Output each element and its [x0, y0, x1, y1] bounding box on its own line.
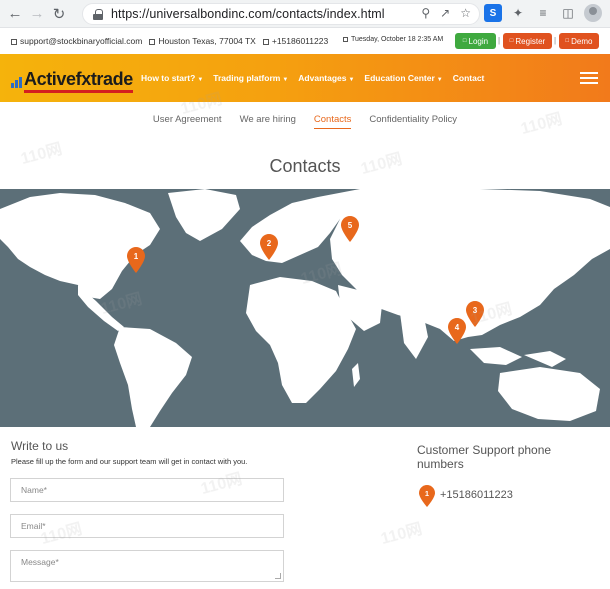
share-icon[interactable]: ↗ — [440, 6, 450, 20]
pin-label: 4 — [455, 323, 460, 332]
divider: | — [498, 36, 501, 45]
pin-label: 3 — [473, 306, 478, 315]
puzzle-extensions-icon[interactable]: ✦ — [509, 4, 527, 22]
subnav-we-are-hiring[interactable]: We are hiring — [240, 114, 296, 132]
top-phone: +15186011223 — [262, 36, 328, 46]
side-panel-icon[interactable]: ◫ — [559, 4, 577, 22]
divider: | — [554, 36, 557, 45]
pin-label: 1 — [425, 489, 429, 498]
page-title: Contacts — [269, 156, 341, 176]
reading-list-icon[interactable]: ≡ — [534, 4, 552, 22]
name-field[interactable]: Name* — [10, 478, 284, 502]
browser-toolbar: ← → ↻ https://universalbondinc.com/conta… — [0, 0, 610, 28]
form-subtitle: Please fill up the form and our support … — [11, 457, 248, 466]
zoom-icon[interactable]: ⚲ — [421, 6, 430, 20]
support-title: Customer Support phone numbers — [417, 443, 552, 471]
subnav-confidentiality-policy[interactable]: Confidentiality Policy — [369, 114, 457, 132]
email-field[interactable]: Email* — [10, 514, 284, 538]
office-address: Houston Texas, 77004 TX — [149, 36, 256, 46]
clock-icon — [343, 36, 348, 42]
demo-button[interactable]: □ Demo — [559, 33, 599, 49]
map-pin-4[interactable]: 4 — [448, 318, 466, 344]
map-pin-1[interactable]: 1 — [127, 247, 145, 273]
chevron-down-icon: ▼ — [348, 77, 355, 83]
location-icon — [149, 38, 156, 45]
message-field[interactable]: Message* — [10, 550, 284, 582]
mail-icon — [11, 38, 17, 45]
chevron-down-icon: ▼ — [282, 77, 289, 83]
subnav-contacts[interactable]: Contacts — [313, 114, 352, 129]
map-pin-5[interactable]: 5 — [341, 216, 359, 242]
bookmark-star-icon[interactable]: ☆ — [460, 6, 471, 20]
chevron-down-icon: ▼ — [197, 77, 204, 83]
lock-icon[interactable] — [93, 8, 103, 20]
menu-how-to-start[interactable]: How to start? ▼ — [141, 73, 203, 83]
watermark: 110网 — [379, 520, 424, 549]
pin-label: 5 — [348, 221, 353, 230]
back-icon[interactable]: ← — [4, 0, 26, 28]
sub-navigation: User Agreement We are hiring Contacts Co… — [0, 114, 610, 132]
menu-contact[interactable]: Contact — [453, 73, 485, 83]
login-button[interactable]: □ Login — [455, 33, 496, 49]
logo-text: Activefxtrade — [24, 68, 133, 93]
logo-bars-icon — [11, 77, 22, 88]
pin-label: 1 — [134, 252, 139, 261]
extension-s-icon[interactable]: S — [484, 4, 502, 22]
support-email[interactable]: support@stockbinaryofficial.com — [11, 36, 142, 46]
register-button[interactable]: □ Register — [503, 33, 552, 49]
register-icon: □ — [509, 38, 514, 44]
current-date: Tuesday, October 18 2:35 AM — [343, 36, 443, 43]
site-logo[interactable]: Activefxtrade — [11, 63, 133, 93]
menu-advantages[interactable]: Advantages ▼ — [298, 73, 354, 83]
support-phone[interactable]: +15186011223 — [440, 489, 513, 501]
main-menu: How to start? ▼ Trading platform ▼ Advanta… — [141, 73, 484, 83]
address-bar[interactable]: https://universalbondinc.com/contacts/in… — [82, 3, 480, 25]
profile-avatar[interactable] — [584, 4, 602, 22]
hamburger-menu-icon[interactable] — [580, 72, 598, 84]
world-map-graphic — [0, 189, 610, 427]
subnav-user-agreement[interactable]: User Agreement — [153, 114, 222, 132]
form-title: Write to us — [11, 439, 69, 453]
world-map: 1 2 3 4 5 — [0, 189, 610, 427]
top-info-bar: support@stockbinaryofficial.com Houston … — [0, 30, 610, 52]
support-pin-icon: 1 — [419, 485, 435, 507]
forward-icon[interactable]: → — [26, 0, 48, 28]
map-pin-2[interactable]: 2 — [260, 234, 278, 260]
url-text: https://universalbondinc.com/contacts/in… — [111, 7, 385, 21]
resize-handle-icon[interactable] — [275, 573, 281, 579]
site-header: Activefxtrade How to start? ▼ Trading pla… — [0, 54, 610, 102]
map-pin-3[interactable]: 3 — [466, 301, 484, 327]
login-icon: □ — [462, 38, 467, 44]
reload-icon[interactable]: ↻ — [48, 0, 70, 28]
menu-trading-platform[interactable]: Trading platform ▼ — [213, 73, 288, 83]
pin-label: 2 — [267, 239, 272, 248]
demo-icon: □ — [565, 38, 570, 44]
phone-icon — [262, 38, 269, 45]
menu-education-center[interactable]: Education Center ▼ — [364, 73, 442, 83]
chevron-down-icon: ▼ — [436, 77, 443, 83]
